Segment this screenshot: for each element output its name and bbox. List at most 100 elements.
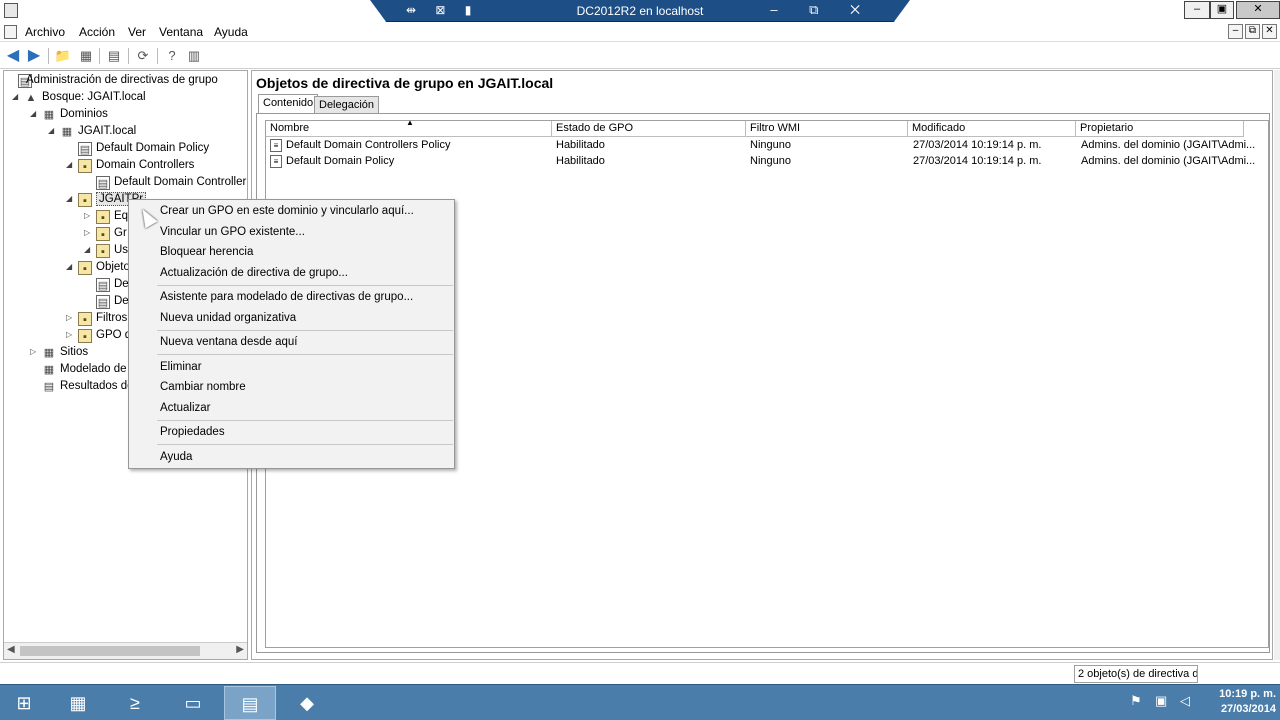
- admin-tools-icon[interactable]: ◆: [281, 686, 333, 720]
- collapse-arrow-icon[interactable]: ◢: [84, 245, 94, 254]
- refresh-icon[interactable]: ⟳: [134, 47, 152, 65]
- tree-node-label: Eq: [114, 210, 129, 222]
- collapse-arrow-icon[interactable]: ◢: [30, 109, 40, 118]
- cell-modificado: 27/03/2014 10:19:14 p. m.: [913, 155, 1042, 167]
- gpo-link-icon: ▤: [78, 142, 92, 156]
- tree-node-label: Default Domain Controller: [114, 176, 247, 188]
- menu-ventana[interactable]: Ventana: [159, 25, 203, 39]
- maximize-button[interactable]: ▣: [1210, 1, 1234, 19]
- collapse-arrow-icon[interactable]: ◢: [12, 92, 22, 101]
- action-center-icon[interactable]: ⚑: [1130, 693, 1142, 709]
- child-close-button[interactable]: ✕: [1262, 24, 1277, 39]
- column-header-propietario[interactable]: Propietario: [1076, 121, 1244, 137]
- properties-icon[interactable]: ▤: [105, 47, 123, 65]
- scroll-left-icon[interactable]: ◀: [7, 644, 15, 655]
- file-explorer-icon[interactable]: ▭: [167, 686, 219, 720]
- table-row[interactable]: ≡ Default Domain Policy Habilitado Ningu…: [266, 154, 1270, 170]
- expand-arrow-icon[interactable]: ▷: [84, 228, 94, 237]
- app-icon: [4, 3, 18, 18]
- ou-folder-icon: ▪: [96, 244, 110, 258]
- tree-node-label: Modelado de: [60, 363, 127, 375]
- remote-desktop-connection-bar[interactable]: ⇹ ⊠ ▮ DC2012R2 en localhost – ⧉ ✕: [370, 0, 910, 22]
- ou-folder-icon: ▪: [78, 193, 92, 207]
- tree-node-label: Bosque: JGAIT.local: [42, 91, 146, 103]
- action-pane-icon[interactable]: ▥: [185, 47, 203, 65]
- cell-filtro: Ninguno: [750, 139, 791, 151]
- show-hide-tree-icon[interactable]: ▦: [77, 47, 95, 65]
- close-button[interactable]: ✕: [1236, 1, 1280, 19]
- column-header-modificado[interactable]: Modificado: [908, 121, 1076, 137]
- pane-title: Objetos de directiva de grupo en JGAIT.l…: [256, 75, 554, 91]
- outer-vertical-scrollbar[interactable]: [1274, 70, 1280, 660]
- collapse-arrow-icon[interactable]: ◢: [66, 194, 76, 203]
- collapse-arrow-icon[interactable]: ◢: [48, 126, 58, 135]
- server-manager-icon[interactable]: ▦: [52, 686, 104, 720]
- cell-nombre: Default Domain Controllers Policy: [286, 139, 451, 151]
- menu-ver[interactable]: Ver: [128, 25, 146, 39]
- menu-item-crear-gpo[interactable]: Crear un GPO en este dominio y vincularl…: [160, 205, 414, 217]
- ou-folder-icon: ▪: [78, 159, 92, 173]
- scroll-right-icon[interactable]: ▶: [236, 644, 244, 655]
- menu-accion[interactable]: Acción: [79, 25, 115, 39]
- expand-arrow-icon[interactable]: ▷: [66, 313, 76, 322]
- tab-contenido[interactable]: Contenido: [258, 94, 319, 114]
- back-arrow-icon[interactable]: ◀: [4, 47, 22, 65]
- clock[interactable]: 10:19 p. m. 27/03/2014: [1206, 687, 1276, 717]
- expand-arrow-icon[interactable]: ▷: [66, 330, 76, 339]
- child-restore-button[interactable]: ⧉: [1245, 24, 1260, 39]
- network-icon[interactable]: ▣: [1155, 693, 1167, 709]
- menu-item-propiedades[interactable]: Propiedades: [160, 426, 225, 438]
- menu-item-bloquear-herencia[interactable]: Bloquear herencia: [160, 246, 253, 258]
- expand-arrow-icon[interactable]: ▷: [30, 347, 40, 356]
- tree-node-label: Administración de directivas de grupo: [26, 74, 218, 86]
- menu-archivo[interactable]: Archivo: [25, 25, 65, 39]
- menu-item-actualizacion-directiva[interactable]: Actualización de directiva de grupo...: [160, 267, 348, 279]
- menu-item-nueva-ventana[interactable]: Nueva ventana desde aquí: [160, 336, 297, 348]
- tree-node-label: Domain Controllers: [96, 159, 195, 171]
- menu-ayuda[interactable]: Ayuda: [214, 25, 248, 39]
- mmc-document-icon[interactable]: [4, 25, 17, 39]
- menu-item-actualizar[interactable]: Actualizar: [160, 402, 211, 414]
- tree-horizontal-scrollbar[interactable]: ◀ ▶: [4, 642, 247, 659]
- menu-item-vincular-gpo[interactable]: Vincular un GPO existente...: [160, 226, 305, 238]
- forward-arrow-icon[interactable]: ▶: [25, 47, 43, 65]
- menu-item-asistente-modelado[interactable]: Asistente para modelado de directivas de…: [160, 291, 413, 303]
- forest-icon: ▲: [25, 92, 37, 104]
- volume-icon[interactable]: ◁: [1180, 693, 1190, 709]
- column-header-filtro-wmi[interactable]: Filtro WMI: [746, 121, 908, 137]
- menu-item-ayuda[interactable]: Ayuda: [160, 451, 192, 463]
- child-minimize-button[interactable]: –: [1228, 24, 1243, 39]
- expand-arrow-icon[interactable]: ▷: [84, 211, 94, 220]
- start-button[interactable]: ⊞: [2, 686, 46, 720]
- gpo-icon: ▤: [96, 278, 110, 292]
- table-row[interactable]: ≡ Default Domain Controllers Policy Habi…: [266, 138, 1270, 154]
- menu-item-nueva-ou[interactable]: Nueva unidad organizativa: [160, 312, 296, 324]
- collapse-arrow-icon[interactable]: ◢: [66, 262, 76, 271]
- up-folder-icon[interactable]: 📁: [54, 47, 72, 65]
- tree-node-label: Gr: [114, 227, 127, 239]
- ou-folder-icon: ▪: [96, 227, 110, 241]
- tree-node-label: Resultados de: [60, 380, 134, 392]
- column-header-nombre[interactable]: Nombre ▲: [266, 118, 552, 137]
- collapse-arrow-icon[interactable]: ◢: [66, 160, 76, 169]
- column-header-estado[interactable]: Estado de GPO: [552, 121, 746, 137]
- tab-delegacion[interactable]: Delegación: [314, 96, 380, 114]
- powershell-icon[interactable]: ≥: [109, 686, 161, 720]
- cell-propietario: Admins. del dominio (JGAIT\Admi...: [1081, 155, 1256, 167]
- gpmc-taskbar-icon[interactable]: ▤: [224, 686, 276, 720]
- minimize-button[interactable]: –: [1184, 1, 1210, 19]
- rdp-window-controls[interactable]: – ⧉ ✕: [770, 2, 874, 18]
- tree-node-label: Sitios: [60, 346, 89, 358]
- status-bar: 2 objeto(s) de directiva d: [0, 662, 1280, 684]
- menu-separator: [157, 330, 453, 331]
- help-icon[interactable]: ?: [163, 47, 181, 65]
- toolbar-separator: [48, 48, 49, 64]
- column-label: Nombre: [270, 122, 310, 134]
- menu-item-eliminar[interactable]: Eliminar: [160, 361, 202, 373]
- menu-separator: [157, 444, 453, 445]
- context-menu: Crear un GPO en este dominio y vincularl…: [128, 199, 455, 469]
- folder-icon: ▪: [78, 312, 92, 326]
- scroll-thumb[interactable]: [20, 646, 200, 656]
- menu-item-cambiar-nombre[interactable]: Cambiar nombre: [160, 381, 246, 393]
- status-text: 2 objeto(s) de directiva d: [1074, 665, 1198, 683]
